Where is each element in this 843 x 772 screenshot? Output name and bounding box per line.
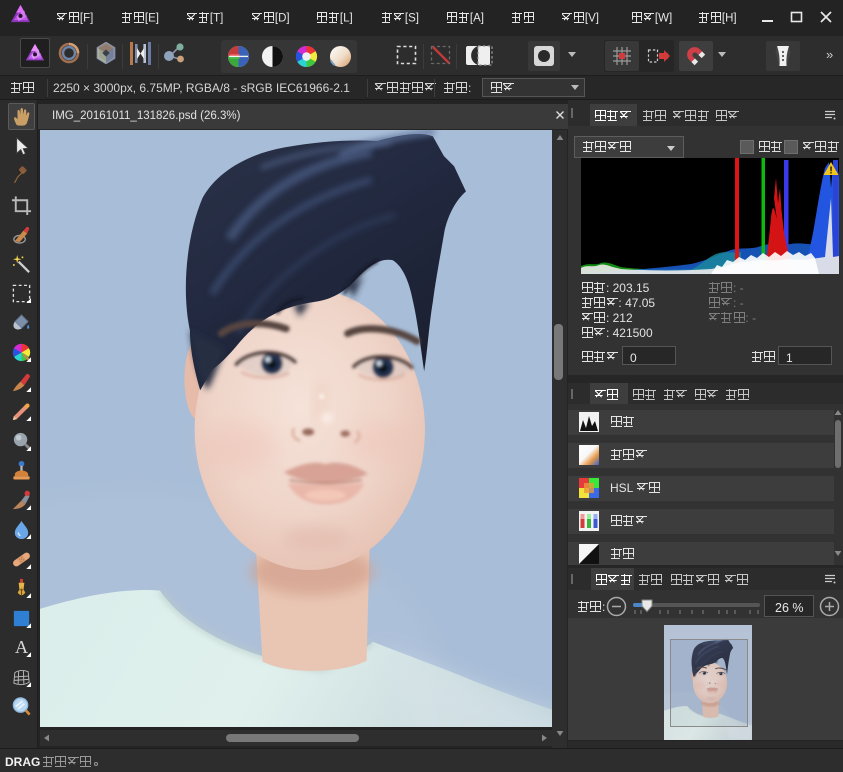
svg-text:!: !: [829, 166, 832, 177]
svg-text:A: A: [15, 637, 28, 657]
